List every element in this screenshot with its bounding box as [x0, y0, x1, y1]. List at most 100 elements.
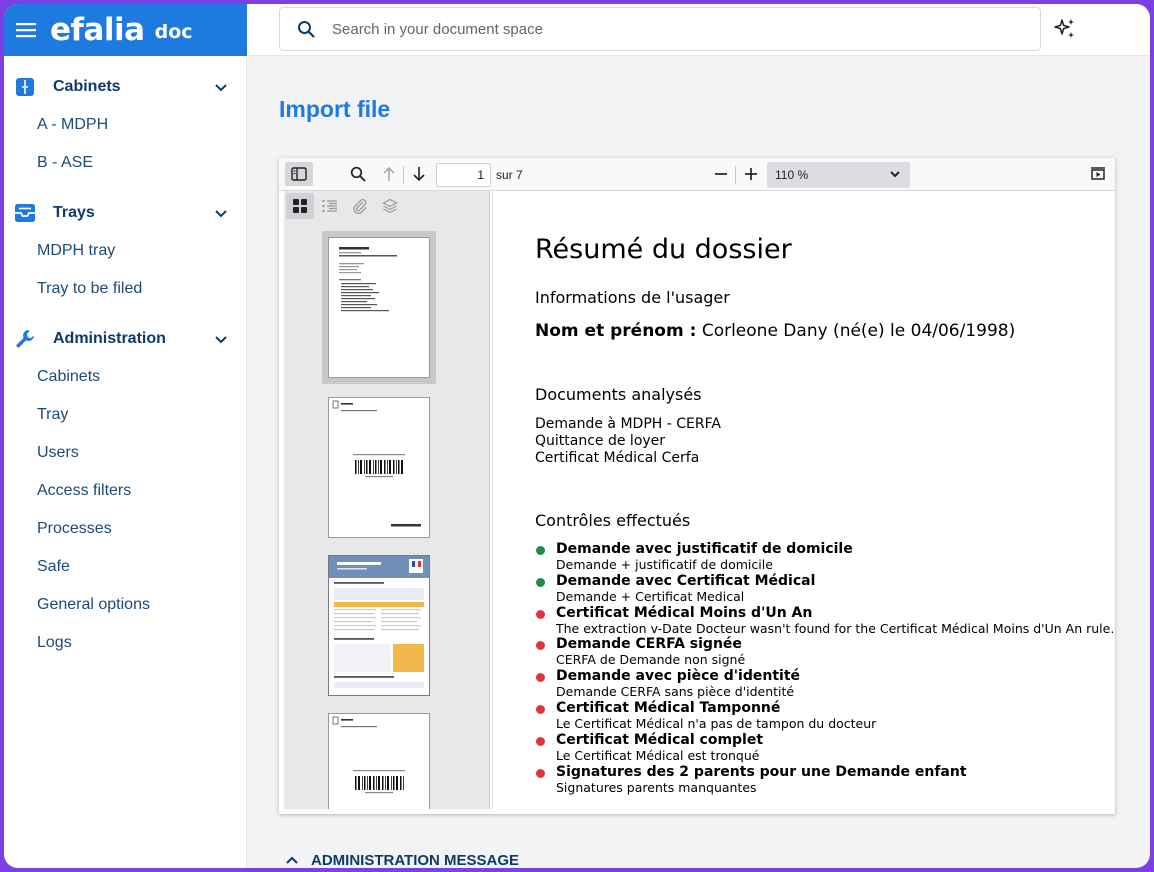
sidebar-item-logs[interactable]: Logs: [4, 624, 246, 662]
control-description: Demande CERFA sans pièce d'identité: [556, 684, 795, 700]
control-description: The extraction v-Date Docteur wasn't fou…: [556, 620, 1115, 636]
document-title: Résumé du dossier: [535, 234, 792, 265]
zoom-select[interactable]: 110 %: [767, 162, 910, 188]
find-icon[interactable]: [345, 162, 371, 186]
sidebar-item-admin-tray[interactable]: Tray: [4, 396, 246, 434]
control-title: Demande avec pièce d'identité: [556, 668, 801, 685]
page-thumbnail-4[interactable]: [328, 713, 430, 809]
control-description: Le Certificat Médical n'a pas de tampon …: [556, 715, 877, 731]
sidebar-item-processes[interactable]: Processes: [4, 510, 246, 548]
sidebar-section-label: Trays: [53, 204, 95, 221]
section-user-info: Informations de l'usager: [535, 288, 730, 307]
sidebar-toggle-icon[interactable]: [285, 162, 313, 186]
chevron-up-icon: [285, 852, 299, 868]
app-frame: efalia doc Cabinets A - MDPH B - ASE: [4, 4, 1150, 868]
control-description: Demande + Certificat Medical: [556, 588, 745, 604]
control-description: Signatures parents manquantes: [556, 779, 757, 795]
pdf-toolbar: 1 sur 7 110 %: [279, 158, 1115, 191]
sidebar-item-admin-cabinets[interactable]: Cabinets: [4, 358, 246, 396]
sidebar-section-cabinets[interactable]: Cabinets: [4, 68, 246, 106]
chevron-down-icon[interactable]: [214, 332, 228, 350]
cabinet-icon: [14, 76, 36, 98]
control-item: Certificat Médical Moins d'Un An The extr…: [535, 605, 1135, 637]
status-error-dot-icon: [536, 768, 545, 778]
wrench-icon: [14, 328, 36, 350]
control-item: Certificat Médical complet Le Certificat …: [535, 732, 1135, 764]
attachments-view-icon[interactable]: [346, 193, 374, 219]
brand-sub: doc: [154, 21, 193, 43]
previous-page-icon[interactable]: [377, 162, 401, 186]
status-error-dot-icon: [536, 736, 545, 746]
zoom-out-icon[interactable]: [709, 162, 733, 186]
control-description: CERFA de Demande non signé: [556, 652, 746, 668]
chevron-down-icon[interactable]: [214, 80, 228, 98]
zoom-value: 110 %: [775, 168, 809, 182]
admin-message-toggle[interactable]: ADMINISTRATION MESSAGE: [285, 852, 519, 868]
thumbnail-sidebar: [284, 191, 490, 809]
sidebar-section-trays[interactable]: Trays: [4, 194, 246, 232]
status-error-dot-icon: [536, 673, 545, 683]
control-title: Demande avec justificatif de domicile: [556, 541, 853, 557]
control-description: Demande + justificatif de domicile: [556, 557, 773, 572]
analyzed-docs-list: Demande à MDPH - CERFA Quittance de loye…: [535, 416, 721, 467]
pdf-viewer: 1 sur 7 110 % Résumé du dossier Informat…: [279, 158, 1115, 814]
sidebar-item-b-ase[interactable]: B - ASE: [4, 144, 246, 182]
control-title: Demande avec Certificat Médical: [556, 572, 816, 589]
thumbnails-view-icon[interactable]: [286, 193, 314, 219]
sidebar-item-general-options[interactable]: General options: [4, 586, 246, 624]
control-item: Demande CERFA signée CERFA de Demande non…: [535, 636, 1135, 668]
outline-view-icon[interactable]: [316, 193, 344, 219]
brand-bar: efalia doc: [4, 4, 247, 56]
sidebar-item-users[interactable]: Users: [4, 434, 246, 472]
zoom-in-icon[interactable]: [739, 162, 763, 186]
layers-view-icon[interactable]: [376, 193, 404, 219]
page-title: Import file: [279, 96, 391, 122]
analyzed-doc: Demande à MDPH - CERFA: [535, 416, 721, 432]
top-header: [247, 4, 1150, 56]
control-item: Signatures des 2 parents pour une Demand…: [535, 764, 1135, 796]
search-icon: [280, 20, 332, 38]
hamburger-menu-icon[interactable]: [6, 22, 46, 38]
control-item: Demande avec pièce d'identité Demande CER…: [535, 668, 1135, 700]
page-thumbnail-2[interactable]: [328, 397, 430, 538]
admin-message-label: ADMINISTRATION MESSAGE: [311, 852, 520, 868]
status-ok-dot-icon: [536, 577, 545, 587]
sidebar-section-label: Administration: [53, 330, 166, 347]
sidebar-item-a-mdph[interactable]: A - MDPH: [4, 106, 246, 144]
control-item: Certificat Médical Tamponné Le Certificat…: [535, 700, 1135, 732]
name-value: Corleone Dany (né(e) le 04/06/1998): [701, 321, 1016, 341]
sidebar-item-tray-to-be-filed[interactable]: Tray to be filed: [4, 270, 246, 308]
chevron-down-icon[interactable]: [214, 206, 228, 224]
status-error-dot-icon: [536, 704, 545, 714]
sidebar: Cabinets A - MDPH B - ASE Trays MDPH tra…: [4, 56, 247, 868]
search-box[interactable]: [279, 7, 1041, 51]
sidebar-item-mdph-tray[interactable]: MDPH tray: [4, 232, 246, 270]
sidebar-section-label: Cabinets: [53, 78, 121, 95]
main-content: Import file 1 sur 7 110 % Résumé du doss…: [247, 56, 1150, 868]
page-number-input[interactable]: 1: [436, 163, 491, 187]
tray-icon: [14, 202, 36, 224]
next-page-icon[interactable]: [407, 162, 431, 186]
document-page: Résumé du dossier Informations de l'usag…: [492, 191, 1114, 809]
section-docs-analyzed: Documents analysés: [535, 385, 702, 404]
page-thumbnail-1[interactable]: [328, 237, 430, 378]
control-title: Certificat Médical Tamponné: [556, 699, 781, 716]
brand-logo[interactable]: efalia: [50, 12, 145, 48]
control-title: Signatures des 2 parents pour une Demand…: [556, 763, 967, 780]
sidebar-item-safe[interactable]: Safe: [4, 548, 246, 586]
control-item: Demande avec justificatif de domicile Dem…: [535, 541, 1135, 573]
ai-sparkle-icon[interactable]: [1053, 17, 1077, 46]
control-title: Demande CERFA signée: [556, 636, 742, 653]
control-item: Demande avec Certificat Médical Demande +…: [535, 573, 1135, 605]
search-input[interactable]: [332, 20, 932, 38]
page-thumbnail-3[interactable]: [328, 555, 430, 696]
control-title: Certificat Médical complet: [556, 731, 764, 748]
sidebar-section-administration[interactable]: Administration: [4, 320, 246, 358]
analyzed-doc: Certificat Médical Cerfa: [535, 450, 700, 466]
status-error-dot-icon: [536, 609, 545, 619]
control-title: Certificat Médical Moins d'Un An: [556, 604, 813, 621]
presentation-mode-icon[interactable]: [1085, 162, 1111, 186]
section-controls: Contrôles effectués: [535, 511, 691, 530]
control-description: Le Certificat Médical est tronqué: [556, 747, 760, 763]
sidebar-item-access-filters[interactable]: Access filters: [4, 472, 246, 510]
